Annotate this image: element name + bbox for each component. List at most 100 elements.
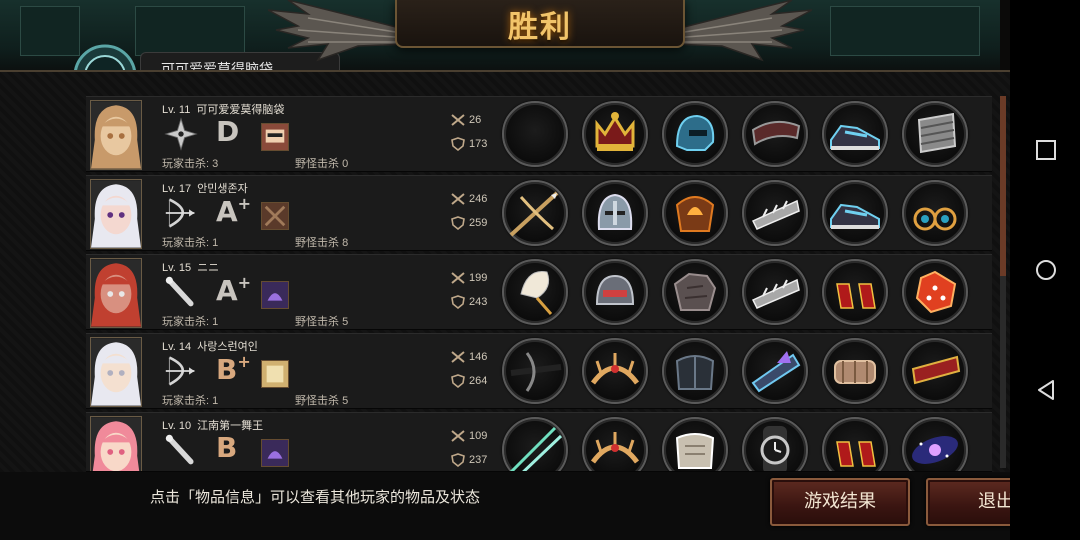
- item-slot[interactable]: [582, 259, 648, 325]
- item-slot[interactable]: [502, 417, 568, 471]
- twin-blades-icon: [509, 426, 563, 471]
- item-slot[interactable]: [822, 180, 888, 246]
- avatar[interactable]: [90, 416, 142, 471]
- attack-icon: [451, 272, 465, 284]
- skin-icon: [261, 202, 289, 230]
- defense-value: 264: [469, 374, 488, 387]
- item-slot[interactable]: [902, 259, 968, 325]
- item-slot[interactable]: [662, 338, 728, 404]
- player-level: Lv. 11: [162, 104, 191, 116]
- tiara-icon: [590, 432, 640, 464]
- crown-icon: [595, 112, 635, 151]
- character-portrait-icon: [91, 101, 141, 169]
- item-slot[interactable]: [902, 180, 968, 246]
- item-slot[interactable]: [822, 259, 888, 325]
- monster-kills-label: 野怪击杀: [295, 316, 339, 328]
- spiked-gauntlet-icon: [751, 278, 800, 309]
- item-slot[interactable]: [582, 338, 648, 404]
- red-heels-icon: [836, 283, 876, 309]
- item-slot[interactable]: [902, 101, 968, 167]
- player-grade: A+: [216, 273, 252, 307]
- scrollbar[interactable]: [1000, 96, 1006, 468]
- item-slot[interactable]: [502, 180, 568, 246]
- item-slot[interactable]: [822, 101, 888, 167]
- player-level: Lv. 17: [162, 183, 192, 195]
- item-list: [502, 417, 982, 471]
- defense-stat: 173: [450, 137, 488, 152]
- bracer-icon: [751, 120, 801, 146]
- monster-kills-value: 0: [342, 158, 349, 170]
- spiked-gauntlet-icon: [751, 199, 800, 230]
- item-slot[interactable]: [742, 101, 808, 167]
- item-slot[interactable]: [742, 259, 808, 325]
- item-slot[interactable]: [662, 417, 728, 471]
- item-slot[interactable]: [662, 259, 728, 325]
- attack-stat: 109: [450, 429, 487, 443]
- player-row[interactable]: Lv. 10江南第一舞王 B 玩家击杀: 野怪击杀 109 237: [86, 412, 992, 472]
- item-slot[interactable]: [582, 180, 648, 246]
- item-slot[interactable]: [742, 417, 808, 471]
- dice-icon: [915, 270, 957, 314]
- defense-stat: 264: [450, 374, 488, 389]
- player-kills-label: 玩家击杀: [162, 237, 206, 249]
- item-slot[interactable]: [822, 338, 888, 404]
- avatar[interactable]: [90, 337, 142, 407]
- hint-text: 点击「物品信息」可以查看其他玩家的物品及状态: [150, 489, 481, 506]
- player-level: Lv. 10: [162, 420, 192, 432]
- attack-value: 146: [469, 350, 488, 363]
- player-row[interactable]: Lv. 17 안민생존자 A+ 玩家击杀: 1 野怪击杀 8 246 259: [86, 175, 992, 251]
- defense-icon: [451, 295, 465, 310]
- defense-stat: 237: [450, 453, 487, 468]
- item-slot[interactable]: [742, 180, 808, 246]
- bat-icon: [165, 276, 194, 307]
- avatar[interactable]: [90, 258, 142, 328]
- defense-icon: [451, 374, 465, 389]
- avatar[interactable]: [90, 100, 142, 170]
- sneaker-icon: [830, 203, 880, 229]
- item-slot[interactable]: [902, 417, 968, 471]
- game-results-button[interactable]: 游戏结果: [770, 478, 910, 526]
- item-slot[interactable]: [662, 180, 728, 246]
- feather-quill-icon: [520, 270, 553, 315]
- black-crossbow-icon: [510, 352, 562, 392]
- android-nav-bar: [1010, 0, 1080, 540]
- back-icon[interactable]: [1035, 379, 1057, 401]
- attack-icon: [451, 114, 465, 126]
- item-list: [502, 338, 982, 406]
- scroll-thumb[interactable]: [1000, 96, 1006, 276]
- item-slot[interactable]: [502, 259, 568, 325]
- item-slot[interactable]: [502, 101, 568, 167]
- item-slot[interactable]: [582, 417, 648, 471]
- item-list: [502, 180, 982, 248]
- player-row[interactable]: Lv. 15 ニニ A+ 玩家击杀: 1 野怪击杀 5 199 243: [86, 254, 992, 330]
- item-slot[interactable]: [662, 101, 728, 167]
- item-slot[interactable]: [502, 338, 568, 404]
- knight-helmet-icon: [597, 193, 633, 230]
- bow-icon: [165, 198, 195, 228]
- player-row[interactable]: Lv. 14 사랑스런여인 B+ 玩家击杀: 1 野怪击杀 5 146 264: [86, 333, 992, 409]
- home-icon[interactable]: [1035, 259, 1057, 281]
- left-wing-ornament-icon: [268, 0, 408, 62]
- attack-value: 109: [469, 429, 488, 442]
- player-row[interactable]: Lv. 11 可可爱爱莫得脑袋 D 玩家击杀: 3 野怪击杀 0 26 173: [86, 96, 992, 172]
- bow-icon: [165, 356, 195, 386]
- avatar[interactable]: [90, 179, 142, 249]
- kill-stats: 玩家击杀: 1 野怪击杀 5: [162, 395, 349, 407]
- character-portrait-icon: [91, 259, 141, 327]
- item-slot[interactable]: [582, 101, 648, 167]
- defense-value: 173: [469, 137, 488, 150]
- earrings-icon: [913, 207, 957, 231]
- dark-armor-icon: [675, 355, 715, 390]
- watch-icon: [760, 426, 790, 471]
- character-portrait-icon: [91, 417, 141, 471]
- item-slot[interactable]: [902, 338, 968, 404]
- recent-apps-icon[interactable]: [1035, 139, 1057, 161]
- monster-kills-label: 野怪击杀: [295, 158, 339, 170]
- player-grade: B+: [216, 352, 251, 386]
- item-slot[interactable]: [822, 417, 888, 471]
- plate-armor-icon: [675, 433, 715, 469]
- item-slot[interactable]: [742, 338, 808, 404]
- helmet-icon: [675, 114, 715, 151]
- skin-icon: [261, 360, 289, 388]
- attack-icon: [451, 351, 465, 363]
